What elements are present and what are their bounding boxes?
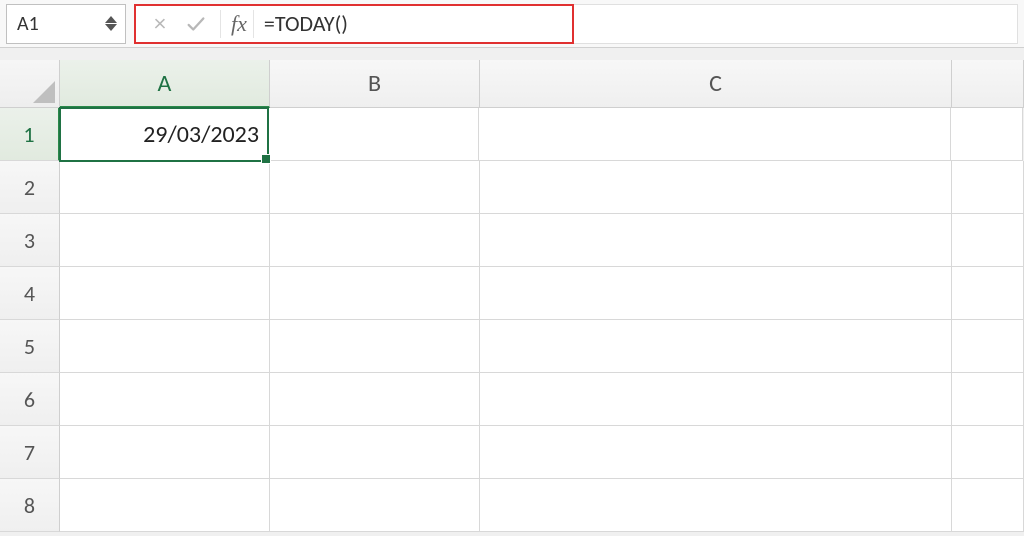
select-all-corner[interactable] <box>0 60 60 108</box>
formula-input[interactable] <box>260 6 566 42</box>
table-row <box>60 214 1024 267</box>
column-header-C[interactable]: C <box>480 60 952 108</box>
spinner-down-icon[interactable] <box>105 24 117 31</box>
cell[interactable] <box>270 479 480 532</box>
cell[interactable] <box>60 214 270 267</box>
row-header-8[interactable]: 8 <box>0 479 60 532</box>
cell[interactable] <box>952 214 1024 267</box>
cell[interactable] <box>270 267 480 320</box>
cell[interactable] <box>270 426 480 479</box>
formula-bar: A1 × fx <box>0 0 1024 48</box>
column-header-B[interactable]: B <box>270 60 480 108</box>
table-row <box>60 479 1024 532</box>
table-row <box>60 161 1024 214</box>
cell[interactable] <box>270 373 480 426</box>
row-header-7[interactable]: 7 <box>0 426 60 479</box>
row-header-4[interactable]: 4 <box>0 267 60 320</box>
cell[interactable] <box>60 426 270 479</box>
formula-group-highlight: × fx <box>134 4 574 44</box>
row-header-2[interactable]: 2 <box>0 161 60 214</box>
cell[interactable] <box>60 161 270 214</box>
cell[interactable] <box>480 479 952 532</box>
cell[interactable] <box>952 479 1024 532</box>
name-box[interactable]: A1 <box>6 4 126 44</box>
cell[interactable] <box>952 267 1024 320</box>
table-row <box>60 373 1024 426</box>
cell[interactable] <box>480 426 952 479</box>
cell[interactable] <box>60 479 270 532</box>
confirm-formula-icon[interactable] <box>178 13 214 35</box>
column-header-blank[interactable] <box>952 60 1024 108</box>
cell[interactable] <box>480 161 952 214</box>
cell[interactable] <box>952 373 1024 426</box>
cell[interactable] <box>480 320 952 373</box>
cell[interactable] <box>952 426 1024 479</box>
table-row <box>60 426 1024 479</box>
cell[interactable] <box>951 108 1023 161</box>
cell[interactable] <box>480 373 952 426</box>
formula-bar-extension <box>574 4 1018 44</box>
cells-area: 29/03/2023 <box>60 108 1024 532</box>
cell[interactable] <box>60 373 270 426</box>
column-header-A[interactable]: A <box>60 60 270 108</box>
cell[interactable] <box>479 108 951 161</box>
cancel-formula-icon[interactable]: × <box>142 9 178 38</box>
row-header-3[interactable]: 3 <box>0 214 60 267</box>
row-header-1[interactable]: 1 <box>0 108 60 161</box>
table-row <box>60 320 1024 373</box>
cell[interactable] <box>480 267 952 320</box>
name-box-value: A1 <box>17 12 39 36</box>
table-row: 29/03/2023 <box>60 108 1024 161</box>
row-header-6[interactable]: 6 <box>0 373 60 426</box>
spinner-up-icon[interactable] <box>105 16 117 23</box>
table-row <box>60 267 1024 320</box>
row-headers: 12345678 <box>0 108 60 532</box>
cell[interactable] <box>270 214 480 267</box>
cell[interactable] <box>270 320 480 373</box>
row-header-5[interactable]: 5 <box>0 320 60 373</box>
cell[interactable] <box>60 267 270 320</box>
cell[interactable] <box>952 161 1024 214</box>
cell[interactable]: 29/03/2023 <box>59 107 269 162</box>
cell[interactable] <box>269 108 479 161</box>
cell[interactable] <box>952 320 1024 373</box>
cell[interactable] <box>270 161 480 214</box>
name-box-spinner[interactable] <box>101 5 121 43</box>
cell[interactable] <box>60 320 270 373</box>
column-headers: ABC <box>60 60 1024 108</box>
fx-label[interactable]: fx <box>220 10 254 38</box>
cell[interactable] <box>480 214 952 267</box>
